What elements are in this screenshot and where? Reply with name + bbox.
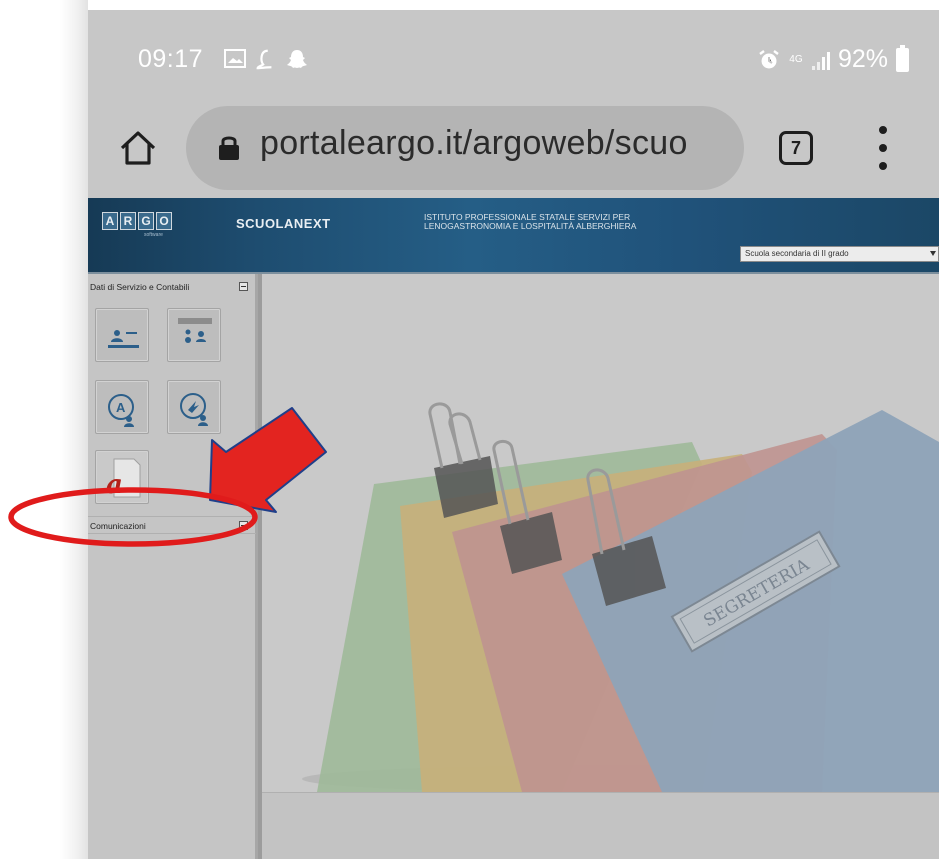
snapchat-icon [287, 50, 307, 68]
product-name: SCUOLANEXT [236, 216, 331, 231]
svg-text:a: a [106, 470, 123, 500]
battery-level: 92% [837, 45, 888, 73]
school-type-select[interactable]: Scuola secondaria di II grado [740, 246, 939, 262]
section-dati-servizio[interactable]: Dati di Servizio e Contabili [88, 278, 256, 296]
phone-screen: 09:17 4G 92% portaleargo.it/argoweb/scuo… [88, 10, 939, 859]
app-header: A R G O software SCUOLANEXT ISTITUTO PRO… [88, 198, 939, 274]
collapse-icon[interactable] [239, 282, 248, 291]
network-type: 4G [789, 53, 803, 65]
home-icon[interactable] [118, 128, 158, 168]
status-time: 09:17 [138, 45, 204, 73]
user-a-icon[interactable]: A [95, 380, 149, 434]
address-bar[interactable]: portaleargo.it/argoweb/scuo [186, 106, 744, 190]
user-clock-icon[interactable] [167, 380, 221, 434]
expand-icon[interactable] [239, 521, 248, 530]
argo-logo: A R G O [102, 212, 172, 230]
argo-logo-subtitle: software [144, 232, 163, 238]
welcome-image: SEGRETERIA [262, 274, 939, 792]
svg-text:A: A [116, 400, 126, 415]
id-card-icon[interactable] [95, 308, 149, 362]
alarm-icon [759, 49, 779, 68]
lock-icon [219, 136, 239, 160]
signal-icon [811, 50, 830, 70]
battery-icon [896, 44, 909, 72]
browser-toolbar: portaleargo.it/argoweb/scuo 7 [88, 98, 939, 198]
status-right-group: 4G 92% [758, 44, 909, 74]
main-footer [262, 792, 939, 859]
menu-icon[interactable] [873, 126, 893, 170]
gallery-icon [224, 49, 246, 68]
side-panel: Dati di Servizio e Contabili A a Comunic… [88, 274, 258, 859]
tabs-icon[interactable]: 7 [779, 131, 813, 165]
acrobat-icon[interactable]: a [95, 450, 149, 504]
institute-name: ISTITUTO PROFESSIONALE STATALE SERVIZI P… [424, 212, 637, 231]
url-text: portaleargo.it/argoweb/scuo [260, 124, 688, 162]
user-list-icon[interactable] [167, 308, 221, 362]
phone-bezel [60, 0, 88, 859]
l-app-icon [256, 49, 272, 70]
chevron-down-icon [930, 251, 936, 256]
section-comunicazioni[interactable]: Comunicazioni [88, 516, 256, 534]
status-bar: 09:17 4G 92% [88, 10, 939, 98]
